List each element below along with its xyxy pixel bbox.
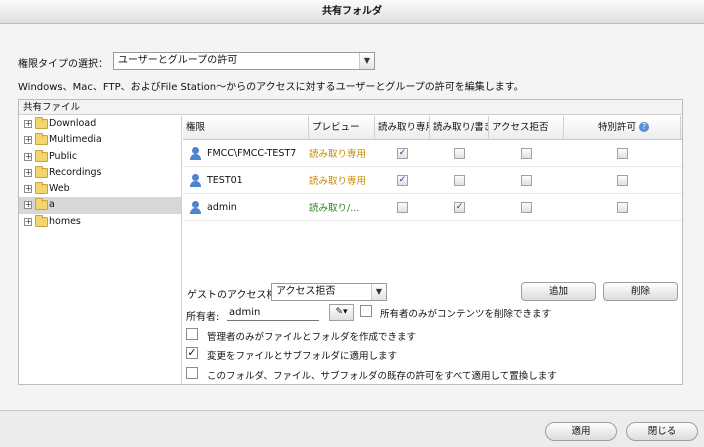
read-write-checkbox[interactable]: ✓ xyxy=(454,201,465,213)
permission-type-select[interactable]: ユーザーとグループの許可 ▼ xyxy=(113,52,375,70)
admin-create-only-checkbox[interactable] xyxy=(186,328,198,340)
row-preview: 読み取り/... xyxy=(309,203,360,214)
window-title: 共有フォルダ xyxy=(0,0,704,24)
admin-create-only-label: 管理者のみがファイルとフォルダを作成できます xyxy=(207,332,417,343)
user-icon xyxy=(189,200,202,214)
owner-label: 所有者: xyxy=(186,312,220,323)
chevron-down-icon: ▼ xyxy=(371,284,386,300)
replace-all-label: このフォルダ、ファイル、サブフォルダの既存の許可をすべて適用して置換します xyxy=(207,371,557,382)
special-checkbox[interactable] xyxy=(617,174,628,186)
folder-icon xyxy=(35,133,48,146)
expand-icon[interactable]: + xyxy=(24,120,32,128)
user-icon xyxy=(189,173,202,187)
expand-icon[interactable]: + xyxy=(24,168,32,177)
tree-item-a[interactable]: + a xyxy=(19,197,181,214)
tree-item-web[interactable]: + Web xyxy=(19,181,181,197)
add-button[interactable]: 追加 xyxy=(521,282,596,301)
folder-icon xyxy=(35,182,48,195)
special-checkbox[interactable] xyxy=(617,147,628,159)
tree-item-multimedia[interactable]: + Multimedia xyxy=(19,132,181,148)
guest-access-label: ゲストのアクセス権: xyxy=(187,290,280,301)
expand-icon[interactable]: + xyxy=(24,185,32,194)
folder-icon xyxy=(35,214,48,227)
apply-button[interactable]: 適用 xyxy=(545,422,617,441)
tree-item-recordings[interactable]: + Recordings xyxy=(19,165,181,181)
table-row[interactable]: admin 読み取り/... ✓ xyxy=(183,194,682,221)
row-user-name: TEST01 xyxy=(207,174,243,186)
guest-access-select[interactable]: アクセス拒否 ▼ xyxy=(271,283,387,301)
owner-delete-only-label: 所有者のみがコンテンツを削除できます xyxy=(380,309,552,320)
read-only-checkbox[interactable] xyxy=(397,201,408,213)
tree-header: 共有ファイル xyxy=(19,100,682,115)
user-icon xyxy=(189,146,202,160)
row-user-name: admin xyxy=(207,201,237,213)
permission-description: Windows、Mac、FTP、およびFile Station～からのアクセスに… xyxy=(18,82,524,93)
column-header-special[interactable]: 特別許可 ? xyxy=(564,116,681,139)
owner-field[interactable]: admin xyxy=(227,305,319,321)
folder-icon xyxy=(35,165,48,178)
deny-checkbox[interactable] xyxy=(521,147,532,159)
replace-all-checkbox[interactable] xyxy=(186,367,198,379)
deny-checkbox[interactable] xyxy=(521,174,532,186)
read-only-checkbox[interactable]: ✓ xyxy=(397,174,408,186)
read-write-checkbox[interactable] xyxy=(454,147,465,159)
permission-type-value: ユーザーとグループの許可 xyxy=(118,55,238,66)
folder-tree: + Download + Multimedia + Public + Recording… xyxy=(19,116,182,384)
expand-icon[interactable]: + xyxy=(24,201,32,210)
deny-checkbox[interactable] xyxy=(521,201,532,213)
read-write-checkbox[interactable] xyxy=(454,174,465,186)
folder-icon xyxy=(35,149,48,162)
expand-icon[interactable]: + xyxy=(24,152,32,161)
column-header-name[interactable]: 権限 xyxy=(183,116,309,139)
column-header-read-only[interactable]: 読み取り専用 xyxy=(375,116,430,139)
help-icon[interactable]: ? xyxy=(639,122,650,132)
close-button[interactable]: 閉じる xyxy=(626,422,698,441)
tree-item-download[interactable]: + Download xyxy=(19,116,181,132)
remove-button[interactable]: 削除 xyxy=(603,282,678,301)
apply-subfolders-label: 変更をファイルとサブフォルダに適用します xyxy=(207,351,398,362)
read-only-checkbox[interactable]: ✓ xyxy=(397,147,408,159)
row-preview: 読み取り専用 xyxy=(309,149,367,160)
special-checkbox[interactable] xyxy=(617,201,628,213)
chevron-down-icon: ▼ xyxy=(359,53,374,69)
column-header-read-write[interactable]: 読み取り/書き込み xyxy=(430,116,489,139)
tree-item-public[interactable]: + Public xyxy=(19,149,181,165)
permission-type-label: 権限タイプの選択： xyxy=(18,59,108,70)
edit-icon[interactable]: ✎▾ xyxy=(329,304,354,321)
grid-header: 権限 プレビュー 読み取り専用 読み取り/書き込み アクセス拒否 特別許可 ? xyxy=(183,116,682,140)
table-row[interactable]: FMCC\FMCC-TEST7 読み取り専用 ✓ xyxy=(183,140,682,167)
expand-icon[interactable]: + xyxy=(24,217,32,226)
table-row[interactable]: TEST01 読み取り専用 ✓ xyxy=(183,167,682,194)
guest-access-value: アクセス拒否 xyxy=(276,286,336,297)
column-header-deny[interactable]: アクセス拒否 xyxy=(489,116,564,139)
row-preview: 読み取り専用 xyxy=(309,176,367,187)
owner-delete-only-checkbox[interactable] xyxy=(360,305,372,317)
folder-icon xyxy=(35,198,48,211)
column-header-preview[interactable]: プレビュー xyxy=(309,116,375,139)
tree-item-homes[interactable]: + homes xyxy=(19,214,181,230)
expand-icon[interactable]: + xyxy=(24,136,32,145)
row-user-name: FMCC\FMCC-TEST7 xyxy=(207,147,297,159)
apply-subfolders-checkbox[interactable]: ✓ xyxy=(186,347,198,359)
permission-grid: 権限 プレビュー 読み取り専用 読み取り/書き込み アクセス拒否 特別許可 ? … xyxy=(183,116,682,221)
folder-icon xyxy=(35,117,48,129)
